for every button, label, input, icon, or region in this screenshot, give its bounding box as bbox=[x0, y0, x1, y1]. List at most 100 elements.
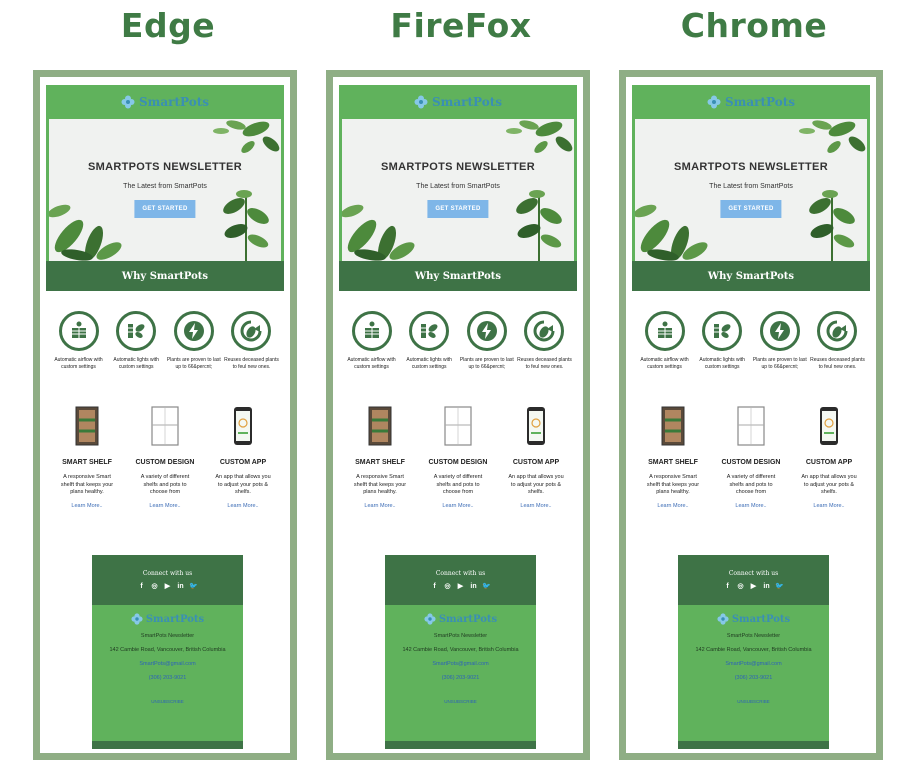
flower-logo-icon bbox=[707, 95, 721, 109]
product-description: A variety of different shelfs and pots t… bbox=[433, 474, 483, 495]
flower-logo-icon bbox=[414, 95, 428, 109]
plant-light-icon bbox=[702, 311, 743, 351]
get-started-button[interactable]: GET STARTED bbox=[427, 200, 489, 218]
product-card: CUSTOM APP An app that allows you to adj… bbox=[204, 401, 282, 556]
footer-email-link[interactable]: SmartPots@gmail.com bbox=[432, 661, 488, 667]
product-name: CUSTOM DESIGN bbox=[135, 459, 195, 466]
product-name: CUSTOM APP bbox=[219, 459, 267, 466]
email: SmartPots SMARTPOTS NEWSLETTER The Lates… bbox=[339, 85, 577, 749]
smart-shelf-image bbox=[74, 401, 100, 447]
email-header: SmartPots bbox=[632, 85, 870, 119]
product-name: SMART SHELF bbox=[355, 459, 405, 466]
product-name: SMART SHELF bbox=[62, 459, 112, 466]
youtube-icon[interactable]: ▶ bbox=[164, 582, 172, 590]
twitter-icon[interactable]: 🐦 bbox=[189, 582, 198, 590]
footer-connect: Connect with us f ◎ ▶ in 🐦 bbox=[385, 555, 536, 605]
get-started-button[interactable]: GET STARTED bbox=[134, 200, 196, 218]
feature-text: Automatic airflow with custom settings bbox=[54, 357, 103, 370]
plant-bottom-left-image bbox=[49, 204, 122, 261]
airflow-icon bbox=[351, 311, 392, 351]
plant-light-icon bbox=[409, 311, 450, 351]
footer-body: SmartPots SmartPots Newsletter 142 Cambi… bbox=[385, 605, 536, 704]
footer-phone[interactable]: (306) 203-9021 bbox=[735, 675, 773, 681]
linkedin-icon[interactable]: in bbox=[470, 582, 478, 590]
product-description: An app that allows you to adjust your po… bbox=[801, 474, 857, 495]
footer-phone[interactable]: (306) 203-9021 bbox=[442, 675, 480, 681]
product-description: A responsive Smart shelft that keeps you… bbox=[646, 474, 700, 495]
learn-more-link[interactable]: Learn More.. bbox=[149, 503, 180, 509]
custom-design-image bbox=[736, 401, 766, 447]
product-name: CUSTOM DESIGN bbox=[428, 459, 488, 466]
connect-text: Connect with us bbox=[142, 570, 193, 577]
feature-text: Plants are proven to last up to 66&percn… bbox=[166, 357, 221, 370]
footer-connect: Connect with us f ◎ ▶ in 🐦 bbox=[92, 555, 243, 605]
linkedin-icon[interactable]: in bbox=[177, 582, 185, 590]
logo-text: SmartPots bbox=[724, 95, 795, 109]
product-card: CUSTOM APP An app that allows you to adj… bbox=[790, 401, 868, 556]
footer-email-link[interactable]: SmartPots@gmail.com bbox=[725, 661, 781, 667]
product-description: An app that allows you to adjust your po… bbox=[215, 474, 271, 495]
smart-shelf-image bbox=[660, 401, 686, 447]
features-row: Automatic airflow with custom settings A… bbox=[632, 291, 870, 401]
footer-phone[interactable]: (306) 203-9021 bbox=[149, 675, 187, 681]
browser-title-firefox: FireFox bbox=[390, 6, 532, 45]
custom-app-image bbox=[232, 401, 254, 447]
linkedin-icon[interactable]: in bbox=[763, 582, 771, 590]
learn-more-link[interactable]: Learn More.. bbox=[227, 503, 258, 509]
product-card: SMART SHELF A responsive Smart shelft th… bbox=[341, 401, 419, 556]
social-icons: f ◎ ▶ in 🐦 bbox=[431, 582, 491, 591]
unsubscribe-link[interactable]: UNSUBSCRIBE bbox=[444, 699, 477, 704]
footer-address: 142 Cambie Road, Vancouver, British Colu… bbox=[109, 647, 226, 653]
footer-connect: Connect with us f ◎ ▶ in 🐦 bbox=[678, 555, 829, 605]
twitter-icon[interactable]: 🐦 bbox=[482, 582, 491, 590]
youtube-icon[interactable]: ▶ bbox=[457, 582, 465, 590]
get-started-button[interactable]: GET STARTED bbox=[720, 200, 782, 218]
browser-title-chrome: Chrome bbox=[680, 6, 828, 45]
learn-more-link[interactable]: Learn More.. bbox=[364, 503, 395, 509]
learn-more-link[interactable]: Learn More.. bbox=[813, 503, 844, 509]
email-footer: Connect with us f ◎ ▶ in 🐦 SmartPots Sma… bbox=[92, 555, 243, 749]
footer-newsletter: SmartPots Newsletter bbox=[433, 633, 488, 639]
footer-logo: SmartPots bbox=[424, 613, 497, 625]
hero-banner: SMARTPOTS NEWSLETTER The Latest from Sma… bbox=[339, 119, 577, 261]
learn-more-link[interactable]: Learn More.. bbox=[442, 503, 473, 509]
twitter-icon[interactable]: 🐦 bbox=[775, 582, 784, 590]
email-footer: Connect with us f ◎ ▶ in 🐦 SmartPots Sma… bbox=[385, 555, 536, 749]
learn-more-link[interactable]: Learn More.. bbox=[520, 503, 551, 509]
product-card: CUSTOM DESIGN A variety of different she… bbox=[419, 401, 497, 556]
product-name: CUSTOM DESIGN bbox=[721, 459, 781, 466]
instagram-icon[interactable]: ◎ bbox=[151, 582, 159, 590]
footer-logo-text: SmartPots bbox=[731, 613, 791, 625]
facebook-icon[interactable]: f bbox=[724, 582, 732, 590]
product-card: CUSTOM APP An app that allows you to adj… bbox=[497, 401, 575, 556]
flower-logo-icon bbox=[717, 613, 729, 625]
footer-logo: SmartPots bbox=[717, 613, 790, 625]
facebook-icon[interactable]: f bbox=[431, 582, 439, 590]
leaves-top-right-image bbox=[799, 120, 866, 153]
hero-title: SMARTPOTS NEWSLETTER bbox=[674, 161, 828, 173]
feature-text: Reuses deceased plants to feul new ones. bbox=[517, 357, 572, 370]
learn-more-link[interactable]: Learn More.. bbox=[657, 503, 688, 509]
unsubscribe-link[interactable]: UNSUBSCRIBE bbox=[737, 699, 770, 704]
custom-design-image bbox=[443, 401, 473, 447]
facebook-icon[interactable]: f bbox=[138, 582, 146, 590]
lightning-icon bbox=[466, 311, 507, 351]
instagram-icon[interactable]: ◎ bbox=[444, 582, 452, 590]
product-description: A responsive Smart shelft that keeps you… bbox=[353, 474, 407, 495]
learn-more-link[interactable]: Learn More.. bbox=[735, 503, 766, 509]
footer-email-link[interactable]: SmartPots@gmail.com bbox=[139, 661, 195, 667]
custom-app-image bbox=[818, 401, 840, 447]
email: SmartPots SMARTPOTS NEWSLETTER The Lates… bbox=[632, 85, 870, 749]
email-header: SmartPots bbox=[339, 85, 577, 119]
learn-more-link[interactable]: Learn More.. bbox=[71, 503, 102, 509]
product-description: A variety of different shelfs and pots t… bbox=[140, 474, 190, 495]
hero-title: SMARTPOTS NEWSLETTER bbox=[88, 161, 242, 173]
unsubscribe-link[interactable]: UNSUBSCRIBE bbox=[151, 699, 184, 704]
email: SmartPots SMARTPOTS NEWSLETTER The Lates… bbox=[46, 85, 284, 749]
youtube-icon[interactable]: ▶ bbox=[750, 582, 758, 590]
instagram-icon[interactable]: ◎ bbox=[737, 582, 745, 590]
features-row: Automatic airflow with custom settings A… bbox=[339, 291, 577, 401]
browser-title-edge: Edge bbox=[120, 6, 216, 45]
footer-address: 142 Cambie Road, Vancouver, British Colu… bbox=[695, 647, 812, 653]
feature-text: Automatic airflow with custom settings bbox=[640, 357, 689, 370]
